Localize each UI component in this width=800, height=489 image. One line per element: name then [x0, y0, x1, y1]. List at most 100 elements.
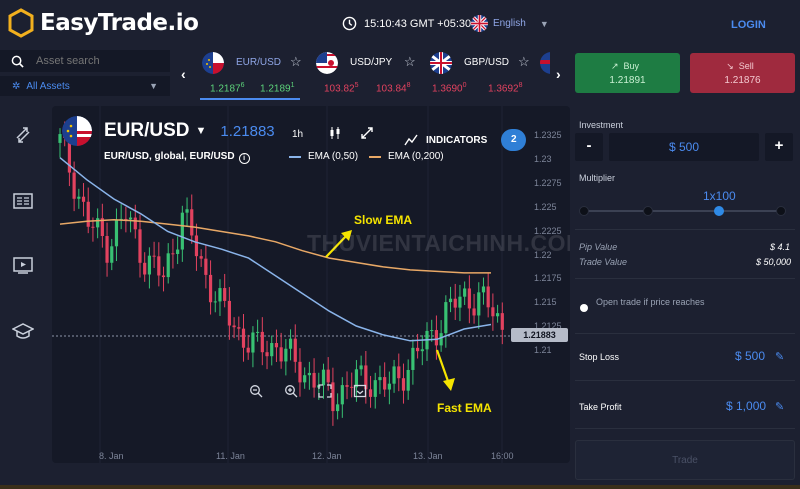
chevron-down-icon[interactable]: ▼	[196, 125, 207, 137]
ema-fast-legend[interactable]: EMA (0,50)	[289, 151, 358, 162]
candle-bear	[326, 369, 330, 383]
stop-loss-value[interactable]: $ 500	[735, 349, 765, 363]
price-chart[interactable]: THUVIENTAICHINH.COM EUR/USD ▼ 1.21883 1h…	[52, 106, 570, 463]
investment-input[interactable]: $ 500	[609, 133, 759, 161]
candle-bull	[477, 292, 481, 316]
candle-bull	[114, 219, 119, 247]
candle-bear	[500, 313, 504, 330]
language-select[interactable]: English ▼	[471, 15, 549, 32]
education-cap-icon[interactable]	[12, 320, 34, 342]
take-profit-label: Take Profit	[579, 402, 622, 412]
favorite-star-icon[interactable]: ☆	[290, 54, 302, 70]
candle-bear	[152, 255, 156, 257]
info-icon[interactable]: i	[238, 153, 250, 164]
trade-arrows-icon[interactable]	[12, 124, 34, 146]
candle-bull	[77, 196, 81, 199]
scroll-left-icon[interactable]: ‹	[181, 66, 186, 82]
candle-bear	[260, 331, 264, 353]
candlestick-type-icon[interactable]	[328, 126, 342, 143]
favorite-star-icon[interactable]: ☆	[404, 54, 416, 70]
candle-bull	[176, 249, 180, 254]
news-icon[interactable]	[12, 190, 34, 212]
pair-tab-gbpusd[interactable]: GBP/USD ☆ 1.36900 1.36928	[430, 50, 534, 96]
candle-bear	[194, 235, 199, 257]
pair-tab-usdjpy[interactable]: USD/JPY ☆ 103.825 103.848	[316, 50, 420, 96]
favorite-star-icon[interactable]: ☆	[518, 54, 530, 70]
pair-name: EUR/USD	[236, 57, 282, 68]
candle-bear	[472, 308, 476, 316]
edit-stop-loss-icon[interactable]: ✎	[775, 350, 784, 363]
candle-bear	[237, 327, 241, 329]
top-bar: EasyTrade.io 15:10:43 GMT +05:30 English…	[0, 0, 800, 48]
open-trade-radio[interactable]	[580, 304, 588, 312]
clock: 15:10:43 GMT +05:30	[342, 16, 471, 31]
candle-bear	[91, 226, 95, 228]
flag-icon	[540, 52, 550, 74]
ema-slow-legend[interactable]: EMA (0,200)	[369, 151, 444, 162]
chart-price: 1.21883	[220, 122, 275, 140]
edit-take-profit-icon[interactable]: ✎	[775, 400, 784, 413]
search-input[interactable]	[36, 55, 156, 67]
candle-bull	[180, 212, 184, 250]
candle-bear	[143, 262, 147, 275]
decrease-investment-button[interactable]: -	[575, 133, 603, 161]
pip-value-label: Pip Value	[579, 242, 618, 252]
candle-bull	[251, 332, 255, 353]
x-axis-tick-label: 13. Jan	[413, 451, 443, 461]
candle-bull	[213, 301, 217, 303]
trade-value-label: Trade Value	[579, 257, 628, 267]
multiplier-value: 1x100	[703, 189, 736, 203]
current-price-tag: 1.21883	[511, 328, 568, 342]
logo-text: EasyTrade.io	[40, 10, 199, 36]
login-button[interactable]: LOGIN	[731, 19, 766, 31]
multiplier-slider[interactable]	[579, 206, 786, 216]
pair-bid: 1.36900	[432, 82, 467, 95]
logo[interactable]: EasyTrade.io	[8, 8, 199, 38]
divider	[575, 333, 795, 334]
fullscreen-icon[interactable]	[360, 126, 374, 143]
take-profit-value[interactable]: $ 1,000	[726, 399, 766, 413]
buy-button[interactable]: ↗ Buy 1.21891	[575, 53, 680, 93]
screenshot-icon[interactable]	[352, 384, 368, 400]
chart-symbol[interactable]: EUR/USD	[104, 120, 190, 142]
trade-button[interactable]: Trade	[575, 440, 795, 480]
zoom-in-icon[interactable]	[283, 384, 299, 400]
divider	[575, 229, 795, 230]
candle-bull	[218, 288, 222, 302]
logo-hexagon-icon	[8, 8, 34, 38]
divider	[575, 380, 795, 381]
candle-bull	[387, 383, 391, 390]
pair-tab-eurusd[interactable]: EUR/USD ☆ 1.21876 1.21891	[202, 50, 306, 96]
video-icon[interactable]	[12, 254, 34, 276]
candle-bear	[227, 300, 231, 326]
pair-name: GBP/USD	[464, 57, 510, 68]
candle-bear	[72, 172, 76, 199]
fit-chart-icon[interactable]	[317, 384, 333, 400]
indicators-button[interactable]: INDICATORS 2	[404, 129, 527, 151]
slider-handle[interactable]	[714, 206, 724, 216]
scroll-right-icon[interactable]: ›	[556, 66, 561, 82]
candle-bull	[463, 288, 467, 297]
sell-button[interactable]: ↘ Sell 1.21876	[690, 53, 795, 93]
slider-stop[interactable]	[579, 206, 589, 216]
all-assets-filter[interactable]: ✲ All Assets ▼	[0, 76, 170, 96]
candle-bull	[284, 348, 288, 362]
search-box[interactable]	[0, 50, 170, 72]
open-trade-option[interactable]: Open trade if price reaches	[580, 297, 706, 312]
pair-ask: 1.21891	[260, 82, 295, 95]
timeframe-button[interactable]: 1h	[292, 129, 303, 140]
candle-bear	[81, 196, 86, 202]
zoom-out-icon[interactable]	[248, 384, 264, 400]
candle-bull	[288, 338, 293, 349]
candle-bull	[336, 404, 340, 412]
buy-price: 1.21891	[609, 75, 646, 86]
increase-investment-button[interactable]: +	[765, 133, 793, 161]
slider-stop[interactable]	[776, 206, 786, 216]
divider	[575, 428, 795, 429]
investment-label: Investment	[579, 120, 624, 130]
slider-stop[interactable]	[643, 206, 653, 216]
candle-bear	[416, 347, 420, 352]
candle-bull	[96, 218, 100, 228]
pair-tab-partial[interactable]	[540, 50, 550, 96]
candle-bull	[373, 380, 377, 397]
